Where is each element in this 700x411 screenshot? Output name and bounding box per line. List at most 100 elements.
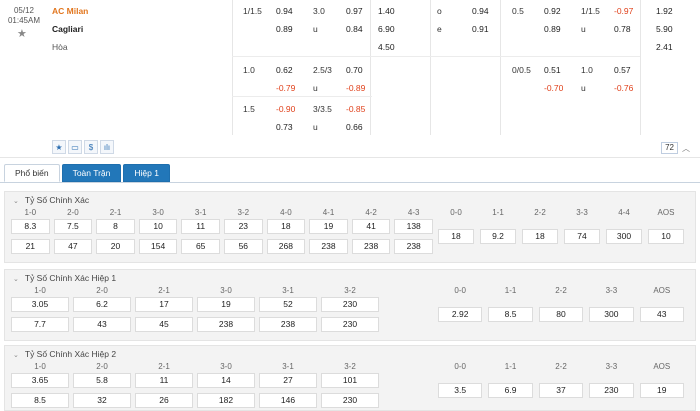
odds-box-draw[interactable]: 19	[639, 383, 684, 398]
odds-box-home-win[interactable]: 3.65	[11, 373, 69, 388]
odds-box-home-win[interactable]: 27	[259, 373, 317, 388]
odds-box-home-win[interactable]: 8.3	[11, 219, 50, 234]
odds-box-home-win[interactable]: 18	[266, 219, 306, 234]
h1-over-odds[interactable]: 0.57	[614, 61, 631, 79]
odds-box-away-win[interactable]: 238	[309, 239, 348, 254]
scoreboard-icon[interactable]: ▭	[68, 140, 82, 154]
odds-box-away-win[interactable]: 268	[266, 239, 306, 254]
odds-box-away-win[interactable]: 230	[321, 393, 379, 408]
odds-box-home-win[interactable]: 11	[181, 219, 220, 234]
odds-box-home-win[interactable]: 101	[321, 373, 379, 388]
handicap-away-odds[interactable]: 0.89	[276, 20, 293, 38]
handicap-away-odds[interactable]: 0.73	[276, 118, 293, 136]
favorite-star-icon[interactable]: ★	[17, 27, 27, 40]
odds-box-draw[interactable]: 18	[438, 229, 474, 244]
h1-over-odds[interactable]: -0.97	[614, 2, 633, 20]
odds-box-home-win[interactable]: 52	[259, 297, 317, 312]
odds-box-away-win[interactable]: 43	[73, 317, 131, 332]
odds-box-home-win[interactable]: 5.8	[73, 373, 131, 388]
odds-box-home-win[interactable]: 17	[135, 297, 193, 312]
odds-box-draw[interactable]: 10	[648, 229, 684, 244]
h1-handicap-home-odds[interactable]: 0.92	[544, 2, 561, 20]
handicap-home-odds[interactable]: -0.90	[276, 100, 295, 118]
odds-box-away-win[interactable]: 20	[96, 239, 135, 254]
odds-box-draw[interactable]: 43	[639, 307, 684, 322]
odds-box-draw[interactable]: 6.9	[488, 383, 533, 398]
more-markets[interactable]: 72 ︿	[661, 142, 690, 154]
odds-box-home-win[interactable]: 19	[197, 297, 255, 312]
odds-box-home-win[interactable]: 7.5	[53, 219, 93, 234]
h1-under-odds[interactable]: 0.78	[614, 20, 631, 38]
odds-box-away-win[interactable]: 45	[135, 317, 193, 332]
dollar-icon[interactable]: $	[84, 140, 98, 154]
odds-box-away-win[interactable]: 238	[351, 239, 391, 254]
odds-box-draw[interactable]: 300	[589, 307, 634, 322]
h1-handicap-away-odds[interactable]: 0.89	[544, 20, 561, 38]
odds-box-home-win[interactable]: 19	[309, 219, 348, 234]
1x2-draw-odds[interactable]: 4.50	[378, 38, 395, 56]
star-icon[interactable]: ★	[52, 140, 66, 154]
more-markets-count[interactable]: 72	[661, 142, 678, 154]
odds-box-home-win[interactable]: 138	[394, 219, 433, 234]
odds-box-home-win[interactable]: 41	[351, 219, 391, 234]
chevron-up-icon[interactable]: ︿	[682, 143, 690, 154]
under-odds[interactable]: 0.84	[346, 20, 363, 38]
h1-1x2-home-odds[interactable]: 1.92	[656, 2, 673, 20]
tab-full-match[interactable]: Toàn Trận	[61, 164, 122, 182]
odds-box-draw[interactable]: 9.2	[480, 229, 516, 244]
odds-box-home-win[interactable]: 10	[138, 219, 178, 234]
h1-1x2-away-odds[interactable]: 5.90	[656, 20, 673, 38]
chevron-down-icon[interactable]: ⌄	[13, 352, 19, 359]
odds-box-home-win[interactable]: 3.05	[11, 297, 69, 312]
handicap-home-odds[interactable]: 0.62	[276, 61, 293, 79]
away-team[interactable]: Cagliari	[52, 20, 232, 38]
odds-box-draw[interactable]: 18	[522, 229, 558, 244]
odds-box-draw[interactable]: 2.92	[438, 307, 483, 322]
odds-box-away-win[interactable]: 146	[259, 393, 317, 408]
odds-box-away-win[interactable]: 238	[197, 317, 255, 332]
odds-box-draw[interactable]: 74	[564, 229, 600, 244]
h1-handicap-away-odds[interactable]: -0.70	[544, 79, 563, 97]
over-odds[interactable]: -0.85	[346, 100, 365, 118]
odds-box-away-win[interactable]: 56	[224, 239, 263, 254]
handicap-away-odds[interactable]: -0.79	[276, 79, 295, 97]
odds-box-draw[interactable]: 80	[538, 307, 584, 322]
1x2-away-odds[interactable]: 6.90	[378, 20, 395, 38]
odds-box-away-win[interactable]: 32	[73, 393, 131, 408]
odds-box-draw[interactable]: 300	[606, 229, 642, 244]
odds-box-away-win[interactable]: 230	[321, 317, 379, 332]
odds-box-away-win[interactable]: 47	[53, 239, 93, 254]
odds-box-away-win[interactable]: 182	[197, 393, 255, 408]
under-odds[interactable]: 0.66	[346, 118, 363, 136]
odds-box-home-win[interactable]: 11	[135, 373, 193, 388]
odd-odds[interactable]: 0.94	[472, 2, 489, 20]
tab-first-half[interactable]: Hiệp 1	[123, 164, 170, 182]
home-team[interactable]: AC Milan	[52, 2, 232, 20]
odds-box-away-win[interactable]: 238	[394, 239, 433, 254]
odds-box-away-win[interactable]: 21	[11, 239, 50, 254]
chevron-down-icon[interactable]: ⌄	[13, 276, 19, 283]
odds-box-away-win[interactable]: 26	[135, 393, 193, 408]
under-odds[interactable]: -0.89	[346, 79, 365, 97]
section-title[interactable]: ⌄ Tỷ Số Chính Xác Hiệp 2	[5, 346, 695, 362]
chevron-down-icon[interactable]: ⌄	[13, 198, 19, 205]
section-title[interactable]: ⌄ Tỷ Số Chính Xác Hiệp 1	[5, 270, 695, 286]
over-odds[interactable]: 0.70	[346, 61, 363, 79]
odds-box-away-win[interactable]: 154	[138, 239, 178, 254]
odds-box-draw[interactable]: 230	[589, 383, 634, 398]
h1-under-odds[interactable]: -0.76	[614, 79, 633, 97]
odds-box-draw[interactable]: 3.5	[438, 383, 483, 398]
1x2-home-odds[interactable]: 1.40	[378, 2, 395, 20]
odds-box-away-win[interactable]: 238	[259, 317, 317, 332]
odds-box-draw[interactable]: 37	[538, 383, 584, 398]
h1-handicap-home-odds[interactable]: 0.51	[544, 61, 561, 79]
odds-box-away-win[interactable]: 65	[181, 239, 220, 254]
stats-icon[interactable]: ılı	[100, 140, 114, 154]
h1-1x2-draw-odds[interactable]: 2.41	[656, 38, 673, 56]
section-title[interactable]: ⌄ Tỷ Số Chính Xác	[5, 192, 695, 208]
odds-box-home-win[interactable]: 8	[96, 219, 135, 234]
odds-box-home-win[interactable]: 14	[197, 373, 255, 388]
odds-box-away-win[interactable]: 8.5	[11, 393, 69, 408]
handicap-home-odds[interactable]: 0.94	[276, 2, 293, 20]
odds-box-away-win[interactable]: 7.7	[11, 317, 69, 332]
